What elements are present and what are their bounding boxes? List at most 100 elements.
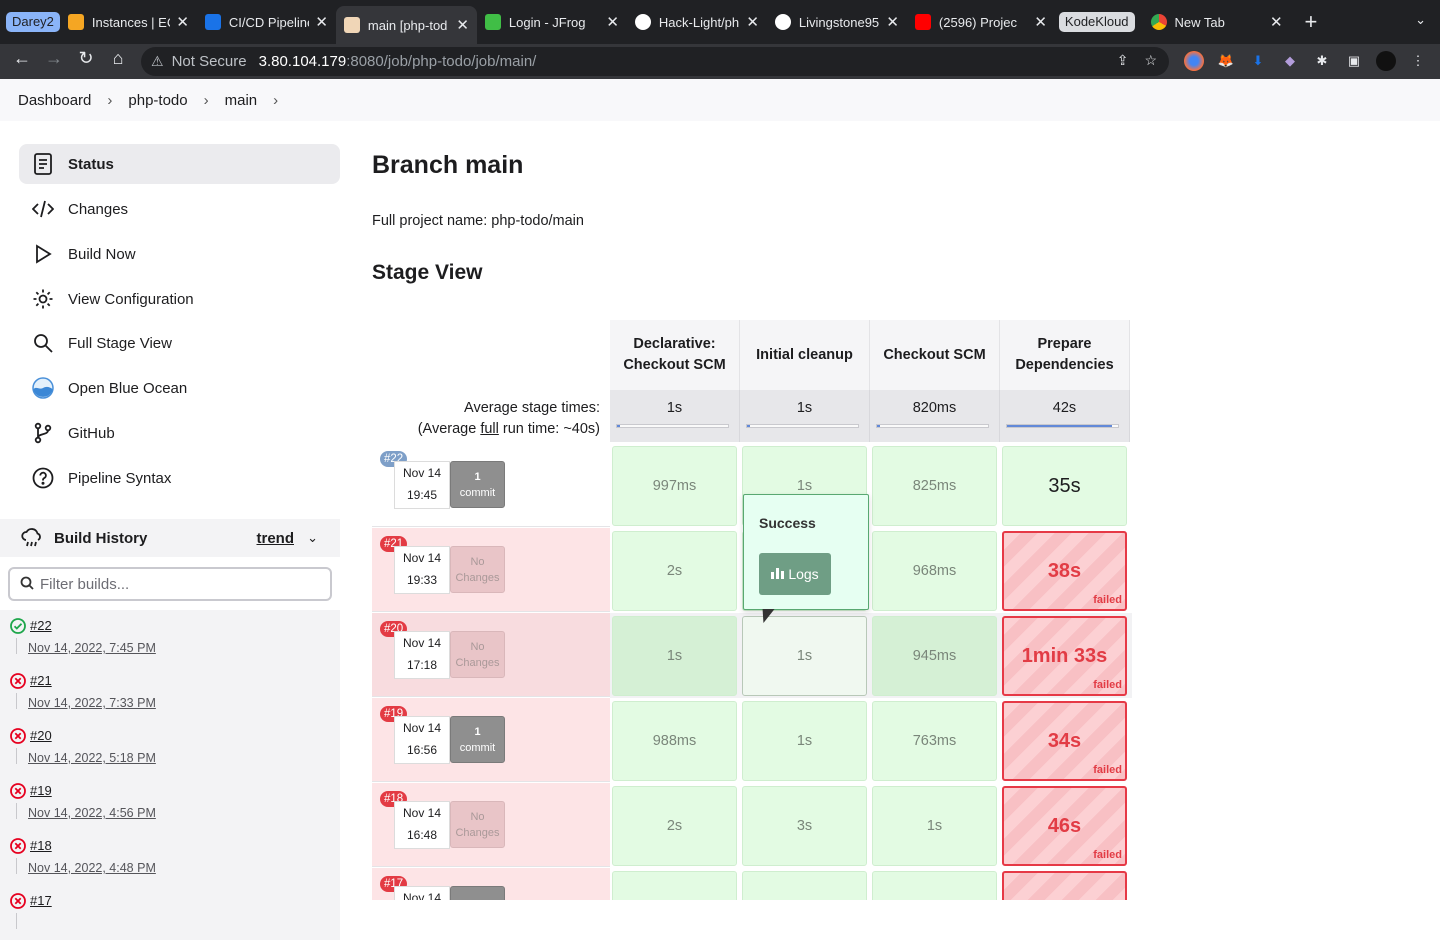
stage-cell[interactable]: 988ms <box>612 701 737 781</box>
stage-cell[interactable]: 1s <box>742 871 867 900</box>
puzzle-extensions-icon[interactable]: ✱ <box>1312 51 1332 71</box>
filter-builds-input[interactable]: Filter builds... <box>8 567 332 601</box>
not-secure-label[interactable]: Not Secure <box>172 53 247 70</box>
stage-cell[interactable]: 1min 33s failed <box>1002 616 1127 696</box>
full-run-time-link[interactable]: full <box>480 421 499 437</box>
close-icon[interactable]: ✕ <box>746 13 759 31</box>
build-number-link[interactable]: #19 <box>30 783 52 798</box>
no-changes-button[interactable]: No Changes <box>450 801 505 848</box>
no-changes-button[interactable]: No Changes <box>450 546 505 593</box>
tab-new-tab[interactable]: New Tab ✕ <box>1143 5 1291 39</box>
star-icon[interactable]: ☆ <box>1144 52 1157 69</box>
browser-tab[interactable]: Livingstone95 ✕ <box>767 5 907 39</box>
stage-cell[interactable]: 850ms <box>872 871 997 900</box>
close-icon[interactable]: ✕ <box>886 13 899 31</box>
sidebar-item-build-now[interactable]: Build Now <box>19 234 340 274</box>
stage-cell[interactable]: 2s <box>612 786 737 866</box>
build-history-row[interactable]: #21 Nov 14, 2022, 7:33 PM <box>0 665 340 720</box>
close-icon[interactable]: ✕ <box>456 16 469 34</box>
close-icon[interactable]: ✕ <box>1270 13 1283 31</box>
download-icon[interactable]: ⬇ <box>1248 51 1268 71</box>
avatar[interactable] <box>1376 51 1396 71</box>
build-history-row[interactable]: #19 Nov 14, 2022, 4:56 PM <box>0 775 340 830</box>
build-history-row[interactable]: #18 Nov 14, 2022, 4:48 PM <box>0 830 340 885</box>
browser-tab[interactable]: Instances | EC ✕ <box>60 5 197 39</box>
home-icon[interactable]: ⌂ <box>102 48 134 69</box>
tab-group-chip[interactable]: Darey2 <box>6 12 60 32</box>
failed-label: failed <box>1093 849 1122 861</box>
stage-cell[interactable]: 2s <box>612 531 737 611</box>
build-date-link[interactable]: Nov 14, 2022, 7:45 PM <box>28 641 156 655</box>
stage-cell[interactable]: 997ms <box>612 446 737 526</box>
build-number-link[interactable]: #21 <box>30 673 52 688</box>
sidebar-item-open-blue-ocean[interactable]: Open Blue Ocean <box>19 368 340 408</box>
trend-link[interactable]: trend <box>257 530 295 547</box>
stage-cell[interactable]: 1s <box>612 616 737 696</box>
address-bar[interactable]: ⚠ Not Secure 3.80.104.179:8080/job/php-t… <box>141 47 1169 76</box>
sidebar-item-status[interactable]: Status <box>19 144 340 184</box>
commit-count-button[interactable]: 1 <box>450 886 505 900</box>
chevron-right-icon[interactable]: › <box>273 92 278 109</box>
stage-cell[interactable]: 945ms <box>872 616 997 696</box>
close-icon[interactable]: ✕ <box>176 13 189 31</box>
stage-cell[interactable]: 1s <box>872 786 997 866</box>
breadcrumb-main[interactable]: main <box>225 92 258 109</box>
stage-cell[interactable]: 1s <box>742 701 867 781</box>
stage-cell[interactable]: 40sfailed <box>1002 871 1127 900</box>
build-history-row[interactable]: #22 Nov 14, 2022, 7:45 PM <box>0 610 340 665</box>
stage-cell[interactable]: 2s <box>612 871 737 900</box>
chevron-down-icon[interactable]: ⌄ <box>307 530 318 546</box>
browser-tab[interactable]: CI/CD Pipeline ✕ <box>197 5 336 39</box>
stage-cell[interactable]: 1s <box>742 616 867 696</box>
build-date-link[interactable]: Nov 14, 2022, 4:48 PM <box>28 861 156 875</box>
stage-cell[interactable]: 35s <box>1002 446 1127 526</box>
browser-tab[interactable]: Login - JFrog ✕ <box>477 5 627 39</box>
breadcrumb-php-todo[interactable]: php-todo <box>128 92 187 109</box>
browser-tab[interactable]: (2596) Projec ✕ <box>907 5 1055 39</box>
build-date-link[interactable]: Nov 14, 2022, 7:33 PM <box>28 696 156 710</box>
commit-count-button[interactable]: 1 commit <box>450 716 505 763</box>
breadcrumb-dashboard[interactable]: Dashboard <box>18 92 91 109</box>
build-history-row[interactable]: #20 Nov 14, 2022, 5:18 PM <box>0 720 340 775</box>
stage-cell[interactable]: 3s <box>742 786 867 866</box>
build-date-link[interactable]: Nov 14, 2022, 4:56 PM <box>28 806 156 820</box>
tab-group-chip-kodekloud[interactable]: KodeKloud <box>1058 12 1135 32</box>
build-number-link[interactable]: #22 <box>30 618 52 633</box>
build-number-link[interactable]: #20 <box>30 728 52 743</box>
forward-arrow-icon[interactable]: → <box>38 48 70 69</box>
browser-tab[interactable]: main [php-tod ✕ <box>335 6 477 44</box>
kebab-menu-icon[interactable]: ⋮ <box>1408 51 1428 71</box>
browser-tab[interactable]: Hack-Light/ph ✕ <box>627 5 767 39</box>
stage-cell[interactable]: 763ms <box>872 701 997 781</box>
share-icon[interactable]: ⇪ <box>1117 52 1129 69</box>
stage-cell[interactable]: 38s failed <box>1002 531 1127 611</box>
stage-cell[interactable]: 34s failed <box>1002 701 1127 781</box>
side-panel-icon[interactable]: ▣ <box>1344 51 1364 71</box>
commit-count-button[interactable]: 1 commit <box>450 461 505 508</box>
logs-button[interactable]: Logs <box>759 553 831 595</box>
no-changes-button[interactable]: No Changes <box>450 631 505 678</box>
reload-icon[interactable]: ↻ <box>70 48 102 69</box>
stage-cell[interactable]: 825ms <box>872 446 997 526</box>
sidebar-item-changes[interactable]: Changes <box>19 189 340 229</box>
sidebar-item-full-stage-view[interactable]: Full Stage View <box>19 323 340 363</box>
back-arrow-icon[interactable]: ← <box>6 48 38 69</box>
close-icon[interactable]: ✕ <box>315 13 328 31</box>
stage-cell[interactable]: 46s failed <box>1002 786 1127 866</box>
cat-extension-icon[interactable]: ◆ <box>1280 51 1300 71</box>
sidebar-item-github[interactable]: GitHub <box>19 413 340 453</box>
build-number-link[interactable]: #18 <box>30 838 52 853</box>
close-icon[interactable]: ✕ <box>1034 13 1047 31</box>
firefox-relay-icon[interactable] <box>1184 51 1204 71</box>
sidebar-item-pipeline-syntax[interactable]: Pipeline Syntax <box>19 458 340 498</box>
chevron-down-icon[interactable]: ⌄ <box>1415 12 1426 28</box>
stage-cell[interactable]: 968ms <box>872 531 997 611</box>
new-tab-plus-icon[interactable]: + <box>1305 9 1318 35</box>
sidebar-item-view-configuration[interactable]: View Configuration <box>19 279 340 319</box>
warning-icon[interactable]: ⚠ <box>151 53 164 70</box>
build-date-link[interactable]: Nov 14, 2022, 5:18 PM <box>28 751 156 765</box>
metamask-icon[interactable]: 🦊 <box>1216 51 1236 71</box>
close-icon[interactable]: ✕ <box>606 13 619 31</box>
build-number-link[interactable]: #17 <box>30 893 52 908</box>
build-history-row[interactable]: #17 <box>0 885 340 940</box>
